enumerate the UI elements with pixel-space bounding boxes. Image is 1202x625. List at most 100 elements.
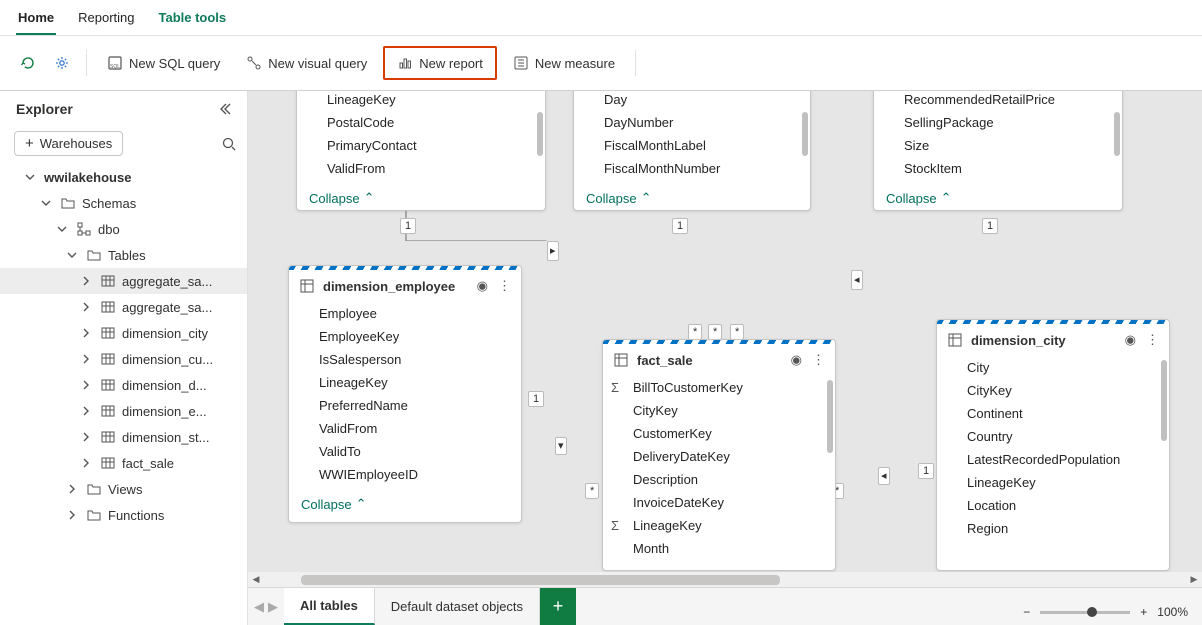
column-row[interactable]: LineageKey	[297, 91, 545, 111]
zoom-out-button[interactable]: −	[1023, 605, 1030, 619]
column-row[interactable]: LineageKey	[289, 371, 521, 394]
chevron-up-icon: ⌃	[364, 190, 375, 206]
column-row[interactable]: PostalCode	[297, 111, 545, 134]
table-card-city[interactable]: dimension_city ◉ ⋮ CityCityKeyContinentCo…	[936, 319, 1170, 571]
column-row[interactable]: DeliveryDateKey	[603, 445, 835, 468]
tree-table-item[interactable]: dimension_e...	[0, 398, 247, 424]
tree-tables[interactable]: Tables	[0, 242, 247, 268]
canvas-horizontal-scrollbar[interactable]: ◀ ▶	[248, 572, 1202, 587]
collapse-panel-icon[interactable]	[217, 101, 233, 117]
tree-table-item[interactable]: fact_sale	[0, 450, 247, 476]
tree-table-item[interactable]: aggregate_sa...	[0, 268, 247, 294]
table-card-employee[interactable]: dimension_employee ◉ ⋮ EmployeeEmployeeKe…	[288, 265, 522, 523]
new-measure-button[interactable]: New measure	[503, 50, 625, 76]
tree-table-item[interactable]: dimension_d...	[0, 372, 247, 398]
more-icon[interactable]: ⋮	[812, 352, 825, 368]
tree-table-item[interactable]: aggregate_sa...	[0, 294, 247, 320]
table-icon	[100, 325, 116, 341]
column-row[interactable]: CustomerKey	[603, 422, 835, 445]
chevron-right-icon	[78, 351, 94, 367]
column-row[interactable]: BillToCustomerKey	[603, 376, 835, 399]
column-row[interactable]: LatestRecordedPopulation	[937, 448, 1169, 471]
column-row[interactable]: EmployeeKey	[289, 325, 521, 348]
tree-table-item[interactable]: dimension_st...	[0, 424, 247, 450]
column-row[interactable]: IsSalesperson	[289, 348, 521, 371]
collapse-link[interactable]: Collapse⌃	[289, 490, 521, 522]
column-row[interactable]: PrimaryContact	[297, 134, 545, 157]
column-row[interactable]: LineageKey	[937, 471, 1169, 494]
collapse-link[interactable]: Collapse⌃	[574, 184, 810, 216]
column-row[interactable]: FiscalMonthNumber	[574, 157, 810, 180]
more-icon[interactable]: ⋮	[498, 278, 511, 294]
column-row[interactable]: LineageKey	[603, 514, 835, 537]
add-diagram-button[interactable]: +	[540, 588, 576, 625]
column-row[interactable]: Continent	[937, 402, 1169, 425]
card-title: dimension_city	[971, 333, 1066, 348]
column-row[interactable]: DayNumber	[574, 111, 810, 134]
tree-table-item[interactable]: dimension_city	[0, 320, 247, 346]
column-row[interactable]: Country	[937, 425, 1169, 448]
table-card-partial-3[interactable]: RecommendedRetailPriceSellingPackageSize…	[873, 91, 1123, 211]
column-row[interactable]: Employee	[289, 302, 521, 325]
next-tab-icon[interactable]: ▶	[268, 599, 278, 615]
refresh-button[interactable]	[14, 50, 42, 76]
warehouses-button[interactable]: + Warehouses	[14, 131, 123, 156]
column-row[interactable]: ValidFrom	[289, 417, 521, 440]
column-row[interactable]: CityKey	[603, 399, 835, 422]
scroll-left-icon[interactable]: ◀	[248, 574, 264, 585]
cardinality-many: *	[688, 324, 702, 340]
scroll-right-icon[interactable]: ▶	[1186, 574, 1202, 585]
card-title: dimension_employee	[323, 279, 455, 294]
column-row[interactable]: StockItem	[874, 157, 1122, 180]
settings-button[interactable]	[48, 50, 76, 76]
tree-dbo[interactable]: dbo	[0, 216, 247, 242]
measure-icon	[513, 55, 529, 71]
table-card-fact-sale[interactable]: fact_sale ◉⋮ BillToCustomerKeyCityKeyCus…	[602, 339, 836, 571]
column-row[interactable]: PreferredName	[289, 394, 521, 417]
column-row[interactable]: City	[937, 356, 1169, 379]
column-row[interactable]: RecommendedRetailPrice	[874, 91, 1122, 111]
tab-reporting[interactable]: Reporting	[76, 6, 136, 35]
column-row[interactable]: ValidFrom	[297, 157, 545, 180]
visibility-icon[interactable]: ◉	[1125, 332, 1136, 348]
new-report-button[interactable]: New report	[387, 50, 493, 76]
tree-table-label: dimension_cu...	[122, 352, 213, 367]
zoom-in-button[interactable]: +	[1140, 605, 1147, 619]
column-row[interactable]: Month	[603, 537, 835, 560]
collapse-link[interactable]: Collapse⌃	[874, 184, 1122, 216]
table-card-partial-2[interactable]: DayDayNumberFiscalMonthLabelFiscalMonthN…	[573, 91, 811, 211]
column-row[interactable]: Location	[937, 494, 1169, 517]
model-canvas[interactable]: 1 1 1 ▸ 1 * * * ▾ * * ◂ 1 ◂ LineageKeyPo…	[248, 91, 1202, 625]
column-row[interactable]: InvoiceDateKey	[603, 491, 835, 514]
search-icon[interactable]	[221, 136, 237, 152]
new-visual-query-button[interactable]: New visual query	[236, 50, 377, 76]
tree-functions[interactable]: Functions	[0, 502, 247, 528]
table-card-partial-1[interactable]: LineageKeyPostalCodePrimaryContactValidF…	[296, 91, 546, 211]
chevron-up-icon: ⌃	[941, 190, 952, 206]
tab-default-dataset[interactable]: Default dataset objects	[375, 588, 540, 625]
column-row[interactable]: WWIEmployeeID	[289, 463, 521, 486]
new-sql-query-button[interactable]: SQL New SQL query	[97, 50, 230, 76]
tab-home[interactable]: Home	[16, 6, 56, 35]
tab-table-tools[interactable]: Table tools	[157, 6, 229, 35]
visibility-icon[interactable]: ◉	[791, 352, 802, 368]
prev-tab-icon[interactable]: ◀	[254, 599, 264, 615]
more-icon[interactable]: ⋮	[1146, 332, 1159, 348]
tree-table-item[interactable]: dimension_cu...	[0, 346, 247, 372]
tab-all-tables[interactable]: All tables	[284, 588, 375, 625]
column-row[interactable]: FiscalMonthLabel	[574, 134, 810, 157]
column-row[interactable]: Region	[937, 517, 1169, 540]
tree-views[interactable]: Views	[0, 476, 247, 502]
column-row[interactable]: SellingPackage	[874, 111, 1122, 134]
zoom-slider[interactable]	[1040, 611, 1130, 614]
column-row[interactable]: Size	[874, 134, 1122, 157]
column-row[interactable]: Day	[574, 91, 810, 111]
tree-lakehouse[interactable]: wwilakehouse	[0, 164, 247, 190]
tree-table-label: dimension_st...	[122, 430, 209, 445]
column-row[interactable]: ValidTo	[289, 440, 521, 463]
collapse-link[interactable]: Collapse⌃	[297, 184, 545, 216]
column-row[interactable]: Description	[603, 468, 835, 491]
visibility-icon[interactable]: ◉	[477, 278, 488, 294]
tree-schemas[interactable]: Schemas	[0, 190, 247, 216]
column-row[interactable]: CityKey	[937, 379, 1169, 402]
